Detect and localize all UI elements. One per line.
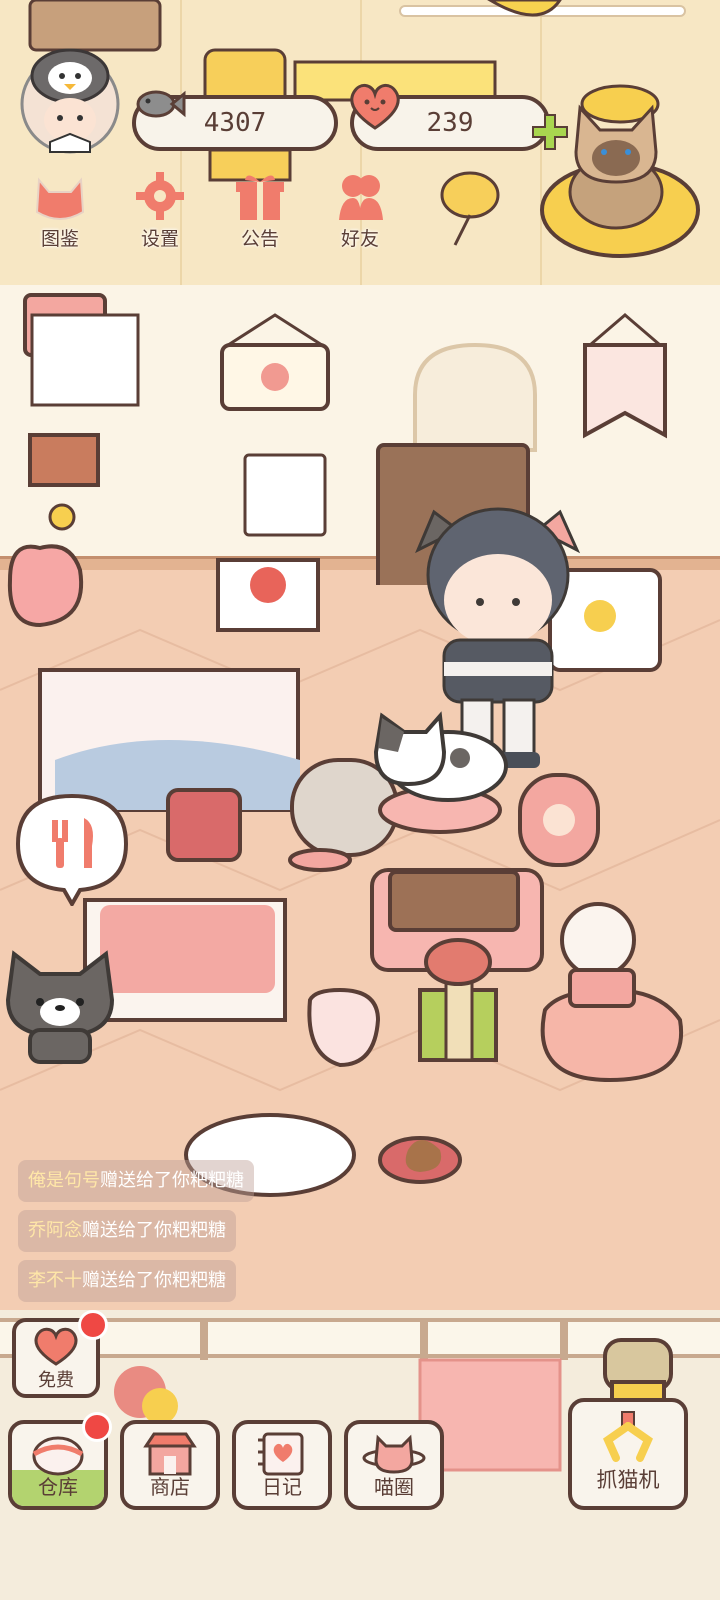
gear-icon [136,172,184,220]
chat-sender: 李不十 [28,1270,82,1291]
chat-message: 俺是句号赠送给了你粑粑糖 [18,1160,254,1202]
announcement-label: 公告 [240,228,279,250]
feeding-bubble[interactable] [14,790,130,909]
settings-button[interactable]: 设置 [118,170,202,254]
warehouse-icon [32,1436,84,1476]
chat-sender: 乔阿念 [28,1220,82,1241]
heart-icon [346,80,404,132]
siamese-cat-on-cushion[interactable] [540,80,700,260]
free-label: 免费 [38,1370,74,1391]
collection-button[interactable]: 图鉴 [18,170,102,254]
friends-icon [339,175,383,220]
diary-icon [258,1432,304,1476]
settings-label: 设置 [140,228,179,250]
notification-badge [78,1310,108,1340]
fish-coin-value: 4307 [203,108,267,138]
shop-icon [143,1432,197,1476]
chat-message: 乔阿念赠送给了你粑粑糖 [18,1210,236,1252]
shop-button[interactable]: 商店 [120,1420,220,1510]
announcement-button[interactable]: 公告 [218,170,302,254]
chat-message: 李不十赠送给了你粑粑糖 [18,1260,236,1302]
friends-button[interactable]: 好友 [318,170,402,254]
warehouse-label: 仓库 [38,1475,78,1499]
diary-label: 日记 [262,1475,302,1499]
claw-machine-label: 抓猫机 [596,1468,660,1492]
cat-circle-button[interactable]: 喵圈 [344,1420,444,1510]
heart-icon [34,1327,78,1366]
collection-label: 图鉴 [40,228,79,250]
heart-value: 239 [426,108,474,138]
cat-planet-icon [362,1434,426,1474]
calico-cat[interactable] [368,708,508,804]
friends-label: 好友 [340,228,379,250]
chat-text: 赠送给了你粑粑糖 [82,1270,226,1291]
claw-icon [603,1411,653,1462]
chat-text: 赠送给了你粑粑糖 [100,1170,244,1191]
chat-text: 赠送给了你粑粑糖 [82,1220,226,1241]
fish-icon [130,82,186,126]
shop-label: 商店 [150,1475,190,1499]
player-avatar[interactable] [16,46,124,154]
cat-head-icon [35,177,85,220]
cat-circle-label: 喵圈 [374,1475,414,1499]
diary-button[interactable]: 日记 [232,1420,332,1510]
notification-badge [82,1412,112,1442]
claw-machine-button[interactable]: 抓猫机 [568,1398,688,1510]
chat-sender: 俺是句号 [28,1170,100,1191]
grey-cat[interactable] [0,940,130,1070]
gift-icon [236,175,284,220]
